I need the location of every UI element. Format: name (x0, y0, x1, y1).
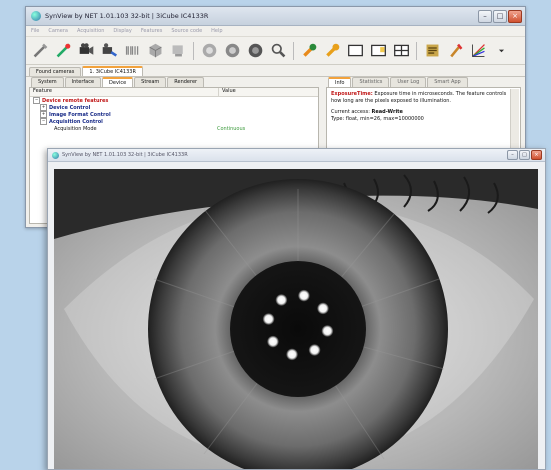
image-window-title-bar[interactable]: SynView by NET 1.01.103 32-bit | 3iCube … (48, 149, 545, 162)
access-line: Current access: Read-Write (331, 109, 508, 116)
tab-system[interactable]: System (31, 77, 64, 87)
text-icon[interactable] (422, 41, 442, 61)
tab-stream[interactable]: Stream (134, 77, 167, 87)
tree-row-label: Acquisition Mode (54, 125, 97, 132)
menu-acquisition[interactable]: Acquisition (77, 28, 104, 34)
expand-icon[interactable]: + (40, 104, 47, 111)
menu-display[interactable]: Display (113, 28, 131, 34)
tab-found-cameras[interactable]: Found cameras (29, 67, 82, 76)
pause-circle-icon[interactable] (222, 41, 242, 61)
tree-row[interactable]: − Acquisition Control (30, 118, 318, 125)
column-feature[interactable]: Feature (30, 88, 219, 96)
collapse-icon[interactable]: − (40, 118, 47, 125)
window-icon[interactable] (345, 41, 365, 61)
camera-settings-icon[interactable] (99, 41, 119, 61)
record-icon[interactable] (245, 41, 265, 61)
menu-camera[interactable]: Camera (48, 28, 68, 34)
tab-user-log[interactable]: User Log (390, 77, 427, 87)
pointer-icon[interactable] (445, 41, 465, 61)
feature-description: ExposureTime: Exposure time in microseco… (331, 91, 508, 105)
led-reflection (308, 344, 321, 357)
close-button[interactable]: × (531, 150, 542, 160)
eye-image[interactable] (54, 169, 538, 469)
close-button[interactable]: × (508, 9, 522, 23)
access-value: Read-Write (371, 109, 403, 115)
menu-features[interactable]: Features (141, 28, 163, 34)
grid-icon[interactable] (391, 41, 411, 61)
tree-row[interactable]: Acquisition Mode Continuous (30, 125, 318, 132)
tab-renderer[interactable]: Renderer (167, 77, 205, 87)
menu-source-code[interactable]: Source code (171, 28, 202, 34)
document-tabs: Found cameras 1. 3iCube IC4133R (26, 65, 525, 77)
connect-icon[interactable] (53, 41, 73, 61)
collapse-icon[interactable]: − (33, 97, 40, 104)
app-icon (31, 11, 41, 21)
tree-row[interactable]: + Device Control (30, 104, 318, 111)
tab-info[interactable]: Info (328, 77, 352, 87)
tree-row-label: Device remote features (42, 97, 109, 104)
column-value[interactable]: Value (219, 88, 236, 96)
minimize-button[interactable]: – (507, 150, 518, 160)
menu-help[interactable]: Help (211, 28, 222, 34)
app-icon (52, 151, 59, 159)
play-circle-icon[interactable] (199, 41, 219, 61)
wrench-alt-icon[interactable] (322, 41, 342, 61)
menu-file[interactable]: File (31, 28, 39, 34)
led-reflection (297, 289, 310, 302)
led-reflection (286, 348, 299, 361)
camera-icon[interactable] (76, 41, 96, 61)
image-window: SynView by NET 1.01.103 32-bit | 3iCube … (47, 148, 546, 470)
tree-row-label: Image Format Control (49, 111, 111, 118)
zoom-icon[interactable] (268, 41, 288, 61)
maximize-button[interactable]: □ (519, 150, 530, 160)
color-chart-icon[interactable] (468, 41, 488, 61)
tab-interface[interactable]: Interface (64, 77, 102, 87)
feature-keyword: ExposureTime: (331, 91, 373, 97)
tree-row[interactable]: − Device remote features (30, 97, 318, 104)
tab-camera-1[interactable]: 1. 3iCube IC4133R (82, 66, 143, 76)
toolbar-separator (416, 41, 417, 60)
led-reflection (266, 335, 279, 348)
window-split-icon[interactable] (368, 41, 388, 61)
title-bar[interactable]: SynView by NET 1.01.103 32-bit | 3iCube … (26, 7, 525, 26)
tree-row-label: Device Control (49, 104, 91, 111)
cube-icon[interactable] (145, 41, 165, 61)
info-tabs: Info Statistics User Log Smart App (326, 77, 521, 87)
expand-icon[interactable]: + (40, 111, 47, 118)
led-reflection (317, 302, 330, 315)
type-line: Type: float, min=26, max=10000000 (331, 116, 424, 122)
tree-row-value[interactable]: Continuous (217, 126, 245, 132)
access-label: Current access: (331, 109, 372, 115)
wrench-icon[interactable] (299, 41, 319, 61)
more-icon[interactable] (491, 41, 511, 61)
led-reflection (262, 313, 275, 326)
led-reflection (321, 324, 334, 337)
tree-row-label: Acquisition Control (49, 118, 103, 125)
tools-icon[interactable] (30, 41, 50, 61)
maximize-button[interactable]: □ (493, 9, 507, 23)
toolbar (26, 37, 525, 65)
tab-device[interactable]: Device (102, 77, 134, 87)
minimize-button[interactable]: – (478, 9, 492, 23)
snapshot-icon[interactable] (168, 41, 188, 61)
tab-statistics[interactable]: Statistics (352, 77, 390, 87)
menu-bar: File Camera Acquisition Display Features… (26, 26, 525, 37)
toolbar-separator (193, 41, 194, 60)
barcode-icon[interactable] (122, 41, 142, 61)
window-title: SynView by NET 1.01.103 32-bit | 3iCube … (45, 12, 209, 20)
tree-row[interactable]: + Image Format Control (30, 111, 318, 118)
tree-header: Feature Value (30, 88, 318, 97)
led-reflection (275, 293, 288, 306)
tab-smart-app[interactable]: Smart App (427, 77, 468, 87)
image-window-title: SynView by NET 1.01.103 32-bit | 3iCube … (62, 152, 188, 158)
toolbar-separator (293, 41, 294, 60)
feature-tabs: System Interface Device Stream Renderer (29, 77, 319, 87)
